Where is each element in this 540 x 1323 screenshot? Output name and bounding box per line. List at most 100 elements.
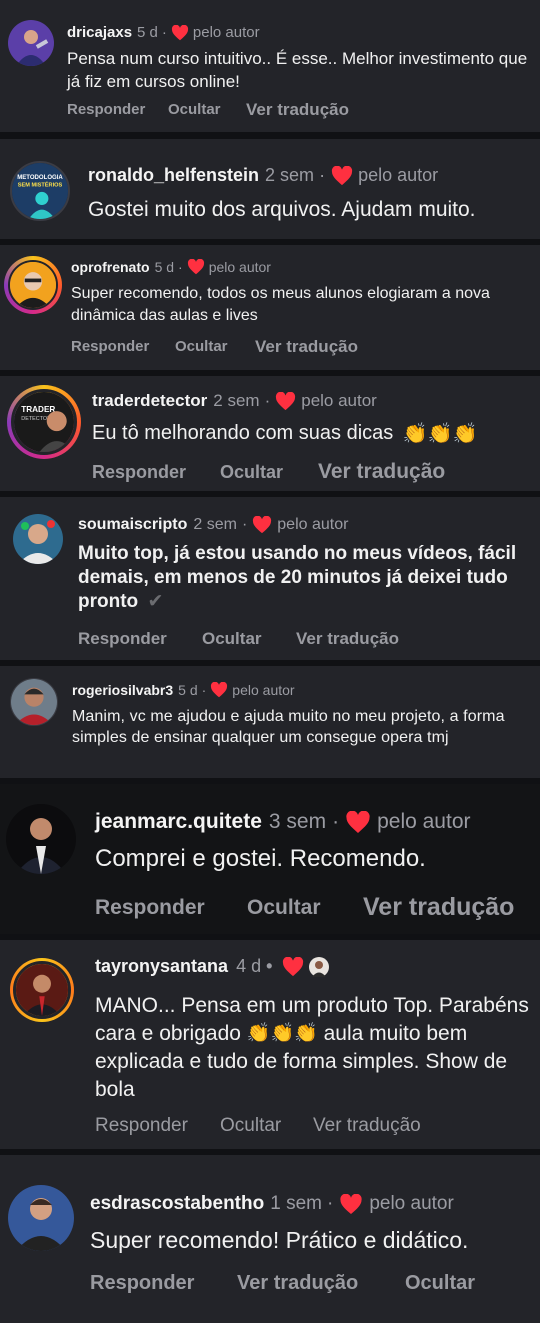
comment-header: dricajaxs 5 d · pelo autor <box>67 24 260 41</box>
avatar-image <box>6 804 76 874</box>
comment-text: Pensa num curso intuitivo.. É esse.. Mel… <box>67 49 528 91</box>
comment-text: Eu tô melhorando com suas dicas 👏👏👏 <box>92 420 538 447</box>
username[interactable]: esdrascostabentho <box>90 1193 264 1215</box>
reply-button[interactable]: Responder <box>67 101 145 118</box>
svg-text:DETECTOR: DETECTOR <box>21 416 51 422</box>
heart-icon <box>211 682 228 698</box>
comment-text: Gostei muito dos arquivos. Ajudam muito. <box>88 198 476 221</box>
heart-icon <box>346 810 370 833</box>
reply-button[interactable]: Responder <box>95 1115 188 1137</box>
comment-card: esdrascostabentho 1 sem · pelo autor Sup… <box>0 1155 540 1323</box>
avatar-image <box>13 514 63 564</box>
avatar-image <box>8 20 54 66</box>
liked-by-author: pelo autor <box>369 1193 454 1214</box>
see-translation-button[interactable]: Ver tradução <box>255 337 358 357</box>
avatar-image <box>11 679 57 725</box>
svg-text:TRADER: TRADER <box>21 405 55 414</box>
heart-icon <box>340 1193 362 1214</box>
clapping-hands-emoji: 👏👏👏 <box>402 422 478 445</box>
comment-card: tayronysantana 4 d • MANO... Pensa em um… <box>0 940 540 1149</box>
avatar[interactable] <box>8 260 58 310</box>
avatar[interactable] <box>8 1185 74 1251</box>
avatar[interactable]: TRADER DETECTOR <box>11 389 77 455</box>
reply-button[interactable]: Responder <box>95 896 205 920</box>
comment-card: TRADER DETECTOR traderdetector 2 sem · pe… <box>0 376 540 491</box>
username[interactable]: rogeriosilvabr3 <box>72 682 173 698</box>
see-translation-button[interactable]: Ver tradução <box>296 629 399 649</box>
heart-icon <box>283 956 304 976</box>
liked-by-author: pelo autor <box>277 516 349 533</box>
reply-button[interactable]: Responder <box>92 462 186 483</box>
reply-button[interactable]: Responder <box>78 629 167 649</box>
avatar-image <box>10 262 56 308</box>
svg-text:METODOLOGIA: METODOLOGIA <box>17 175 63 181</box>
see-translation-button[interactable]: Ver tradução <box>363 893 514 922</box>
avatar[interactable] <box>6 804 76 874</box>
see-translation-button[interactable]: Ver tradução <box>246 100 349 120</box>
avatar-image: METODOLOGIASEM MISTÉRIOS <box>12 163 68 219</box>
username[interactable]: dricajaxs <box>67 24 132 41</box>
comment-header: esdrascostabentho 1 sem · pelo autor <box>90 1193 454 1215</box>
comment-card: rogeriosilvabr3 5 d · pelo autor Manim, … <box>0 666 540 778</box>
comment-text: Super recomendo, todos os meus alunos el… <box>71 285 490 324</box>
see-translation-button[interactable]: Ver tradução <box>237 1272 358 1295</box>
comment-header: oprofrenato 5 d · pelo autor <box>71 259 271 275</box>
username[interactable]: oprofrenato <box>71 259 150 275</box>
comment-header: jeanmarc.quitete 3 sem · pelo autor <box>95 810 471 834</box>
avatar[interactable]: METODOLOGIA SEM MISTÉRIOS <box>10 161 70 221</box>
hide-button[interactable]: Ocultar <box>220 462 283 483</box>
reply-button[interactable]: Responder <box>71 338 149 355</box>
comment-text: Manim, vc me ajudou e ajuda muito no meu… <box>72 708 505 746</box>
username[interactable]: traderdetector <box>92 391 207 411</box>
hide-button[interactable]: Ocultar <box>405 1272 475 1295</box>
liked-by-author: pelo autor <box>358 165 439 185</box>
comment-card: oprofrenato 5 d · pelo autor Super recom… <box>0 245 540 370</box>
comment-text-body: Eu tô melhorando com suas dicas <box>92 422 394 444</box>
check-mark-emoji: ✔ <box>147 591 164 612</box>
avatar[interactable] <box>10 678 58 726</box>
hide-button[interactable]: Ocultar <box>168 101 221 118</box>
username[interactable]: ronaldo_helfenstein <box>88 165 259 186</box>
timestamp: 5 d <box>154 259 175 275</box>
avatar-image <box>8 1185 74 1251</box>
reply-button[interactable]: Responder <box>90 1272 194 1295</box>
comment-card: jeanmarc.quitete 3 sem · pelo autor Comp… <box>0 784 540 934</box>
svg-text:SEM MISTÉRIOS: SEM MISTÉRIOS <box>18 180 63 188</box>
comment-text: Comprei e gostei. Recomendo. <box>95 845 426 872</box>
comment-card: dricajaxs 5 d · pelo autor Pensa num cur… <box>0 0 540 132</box>
avatar[interactable] <box>8 20 54 66</box>
liked-by-author: pelo autor <box>192 24 260 41</box>
comment-card: METODOLOGIA SEM MISTÉRIOS ronaldo_helfens… <box>0 139 540 239</box>
liked-by-author: pelo autor <box>377 810 471 833</box>
avatar-image: TRADER DETECTOR <box>14 392 74 452</box>
heart-icon <box>276 391 296 410</box>
avatar-image <box>16 964 68 1016</box>
comment-header: traderdetector 2 sem · pelo autor <box>92 391 377 411</box>
heart-icon <box>331 165 353 185</box>
hide-button[interactable]: Ocultar <box>247 896 321 920</box>
heart-icon <box>187 259 204 275</box>
timestamp: 3 sem <box>268 810 327 833</box>
hide-button[interactable]: Ocultar <box>175 338 228 355</box>
comment-header: ronaldo_helfenstein 2 sem · pelo autor <box>88 165 439 186</box>
username[interactable]: jeanmarc.quitete <box>95 810 262 834</box>
comment-card: soumaiscripto 2 sem · pelo autor Muito t… <box>0 497 540 660</box>
timestamp: 2 sem <box>213 391 260 410</box>
hide-button[interactable]: Ocultar <box>202 629 262 649</box>
username[interactable]: tayronysantana <box>95 956 228 977</box>
avatar[interactable] <box>13 961 71 1019</box>
liked-by-author: pelo autor <box>232 682 295 698</box>
see-translation-button[interactable]: Ver tradução <box>318 460 445 484</box>
see-translation-button[interactable]: Ver tradução <box>313 1115 421 1137</box>
comment-header: rogeriosilvabr3 5 d · pelo autor <box>72 682 295 698</box>
liked-by-author: pelo autor <box>208 259 271 275</box>
author-avatar-icon <box>309 956 330 977</box>
hide-button[interactable]: Ocultar <box>220 1115 281 1137</box>
timestamp: 5 d <box>137 24 158 41</box>
comment-text: MANO... Pensa em um produto Top. Parabén… <box>95 992 535 1104</box>
avatar[interactable] <box>13 514 63 564</box>
timestamp: 5 d <box>178 682 198 698</box>
timestamp: 2 sem <box>193 516 237 533</box>
comment-header: tayronysantana 4 d • <box>95 956 330 977</box>
username[interactable]: soumaiscripto <box>78 516 187 534</box>
